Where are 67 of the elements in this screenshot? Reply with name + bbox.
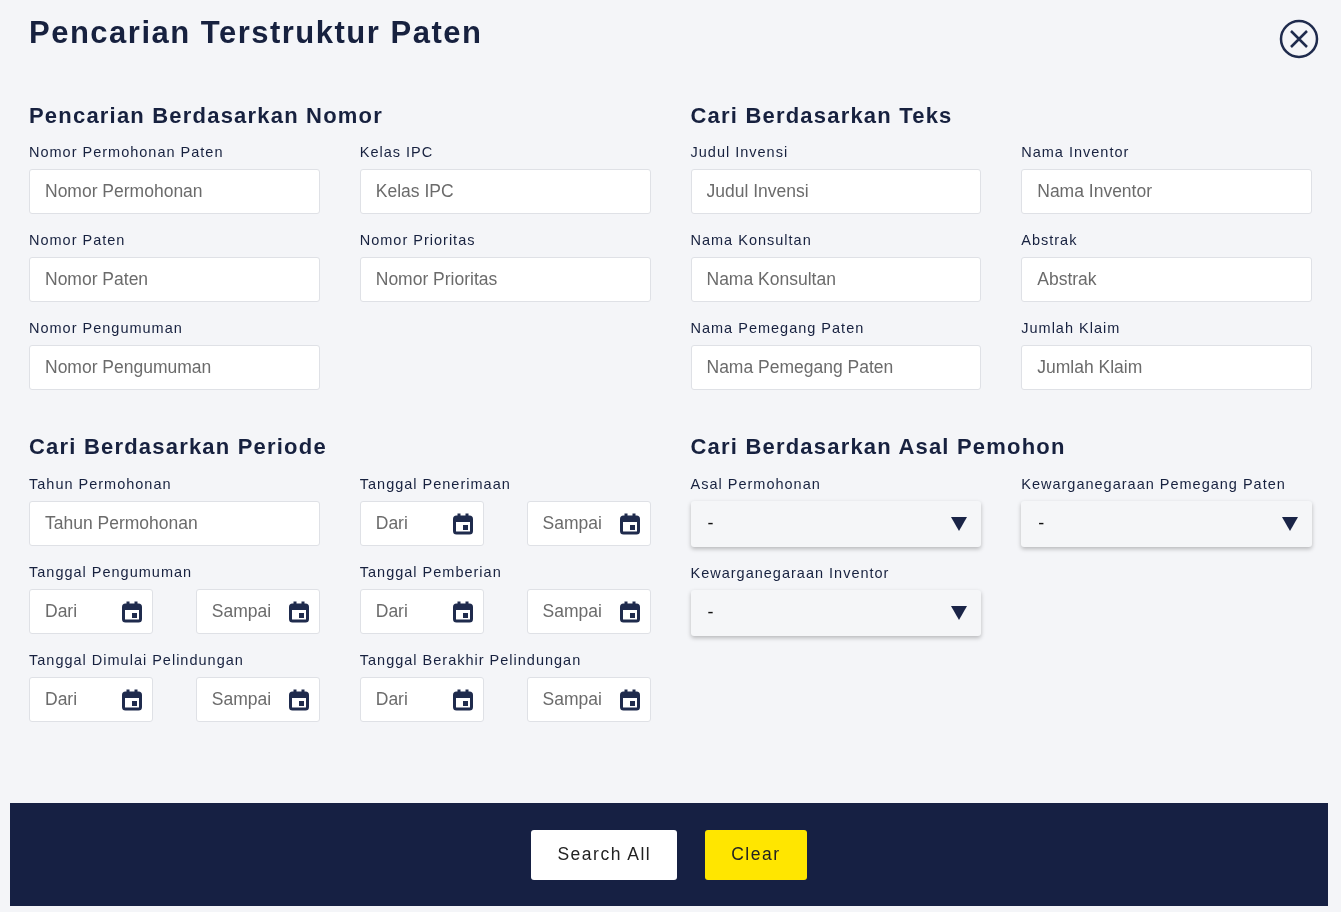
field-label: Tahun Permohonan [29,474,173,493]
action-button[interactable]: Clear [705,829,807,880]
text-field[interactable]: Nomor Permohonan [29,169,320,215]
text-field[interactable]: Nama Pemegang Paten [690,345,982,391]
calendar-icon [122,688,142,711]
calendar-icon [452,600,473,623]
text-field[interactable]: Nama Inventor [1021,169,1312,215]
date-field[interactable]: Sampai [526,588,651,634]
field-label: Nomor Paten [29,231,127,250]
dropdown-arrow-icon [951,516,968,531]
field-label: Kewarganegaraan Inventor [690,563,891,582]
date-field[interactable]: Dari [359,588,484,634]
action-button[interactable]: Search All [531,829,678,880]
calendar-icon [122,600,142,623]
close-icon [1279,19,1319,59]
date-field[interactable]: Sampai [526,500,651,546]
dropdown[interactable]: - [1021,500,1312,547]
text-field[interactable]: Abstrak [1021,257,1312,303]
field-label: Kelas IPC [359,143,435,162]
field-label: Tanggal Berakhir Pelindungan [359,650,583,669]
section-title: Pencarian Berdasarkan Nomor [29,103,384,130]
field-label: Abstrak [1021,231,1079,250]
text-field[interactable]: Kelas IPC [359,169,651,215]
date-field[interactable]: Sampai [526,676,651,722]
calendar-icon [619,600,640,623]
date-field[interactable]: Sampai [195,588,320,634]
field-label: Nomor Pengumuman [29,319,184,338]
field-label: Nama Inventor [1021,143,1131,162]
field-label: Kewarganegaraan Pemegang Paten [1021,474,1287,493]
text-field[interactable]: Nomor Prioritas [359,257,651,303]
date-field[interactable]: Dari [29,588,153,634]
field-label: Tanggal Penerimaan [359,474,512,493]
text-field[interactable]: Jumlah Klaim [1021,345,1312,391]
calendar-icon [619,512,640,535]
dropdown-arrow-icon [951,605,968,620]
date-field[interactable]: Dari [29,676,153,722]
section-title: Cari Berdasarkan Teks [690,103,954,130]
text-field[interactable]: Nomor Paten [29,257,320,303]
field-label: Tanggal Pemberian [359,562,503,581]
field-label: Asal Permohonan [690,474,822,493]
calendar-icon [452,512,473,535]
text-field[interactable]: Nomor Pengumuman [29,345,320,391]
dropdown[interactable]: - [690,500,982,547]
date-field[interactable]: Dari [359,500,484,546]
calendar-icon [452,688,473,711]
dropdown-arrow-icon [1282,516,1298,531]
dropdown[interactable]: - [690,589,982,636]
field-label: Judul Invensi [690,143,790,162]
date-field[interactable]: Dari [359,676,484,722]
date-field[interactable]: Sampai [195,676,320,722]
field-label: Jumlah Klaim [1021,319,1122,338]
calendar-icon [619,688,640,711]
close-button[interactable] [1279,19,1319,59]
section-title: Cari Berdasarkan Periode [29,434,328,461]
field-label: Nomor Permohonan Paten [29,143,225,162]
field-label: Nama Pemegang Paten [690,319,866,338]
calendar-icon [288,688,309,711]
text-field[interactable]: Judul Invensi [690,169,982,215]
field-label: Nomor Prioritas [359,231,477,250]
field-label: Tanggal Pengumuman [29,562,194,581]
text-field[interactable]: Tahun Permohonan [29,500,320,546]
dialog-title: Pencarian Terstruktur Paten [29,14,483,52]
section-title: Cari Berdasarkan Asal Pemohon [690,434,1067,461]
field-label: Nama Konsultan [690,231,813,250]
text-field[interactable]: Nama Konsultan [690,257,982,303]
calendar-icon [288,600,309,623]
field-label: Tanggal Dimulai Pelindungan [29,650,245,669]
